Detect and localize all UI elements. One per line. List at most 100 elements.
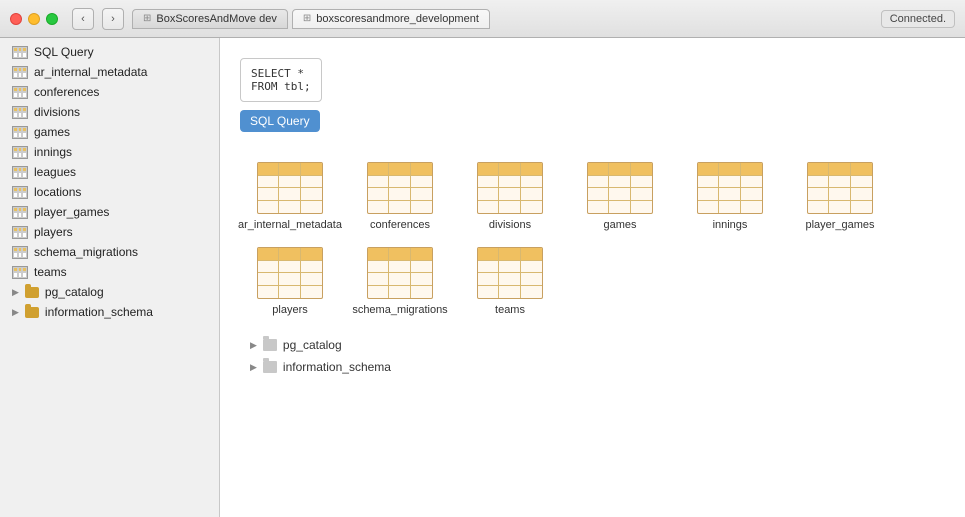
content-folder-label: pg_catalog <box>283 338 342 352</box>
table-card-divisions[interactable]: divisions <box>470 162 550 231</box>
sidebar-item-player_games[interactable]: player_games <box>0 202 219 222</box>
sidebar-item-schema_migrations[interactable]: schema_migrations <box>0 242 219 262</box>
table-card-ar_internal_metadata[interactable]: ar_internal_metadata <box>250 162 330 231</box>
forward-button[interactable]: › <box>102 8 124 30</box>
db-table-icon <box>367 162 433 214</box>
chevron-right-icon: ▶ <box>12 307 19 318</box>
db-cell <box>411 176 432 189</box>
db-cell <box>588 201 609 214</box>
content-folder-label: information_schema <box>283 360 391 374</box>
db-cell <box>258 261 279 274</box>
db-table-icon <box>587 162 653 214</box>
db-cell <box>368 188 389 201</box>
db-cell <box>609 163 630 176</box>
db-cell <box>698 201 719 214</box>
folder-icon <box>25 307 39 318</box>
sidebar-item-locations[interactable]: locations <box>0 182 219 202</box>
titlebar: ‹ › ⊞ BoxScoresAndMove dev ⊞ boxscoresan… <box>0 0 965 38</box>
content-area: SELECT * FROM tbl; SQL Query ar_internal… <box>220 38 965 517</box>
table-icon <box>12 206 28 219</box>
db-cell <box>499 261 520 274</box>
db-cell <box>389 261 410 274</box>
db-cell <box>478 261 499 274</box>
sidebar-folder-label: information_schema <box>45 305 153 319</box>
sidebar-item-divisions[interactable]: divisions <box>0 102 219 122</box>
table-card-label: conferences <box>370 219 430 231</box>
folder-icon <box>25 287 39 298</box>
sidebar-folder-information_schema[interactable]: ▶ information_schema <box>0 302 219 322</box>
db-cell <box>521 201 542 214</box>
main-area: SQL Query ar_internal_metadata conferenc… <box>0 38 965 517</box>
minimize-button[interactable] <box>28 13 40 25</box>
sidebar-item-ar_internal_metadata[interactable]: ar_internal_metadata <box>0 62 219 82</box>
sidebar-item-leagues[interactable]: leagues <box>0 162 219 182</box>
db-cell <box>301 261 322 274</box>
folder-icon <box>263 339 277 351</box>
table-card-players[interactable]: players <box>250 247 330 316</box>
db-cell <box>499 201 520 214</box>
db-table-icon <box>477 162 543 214</box>
db-cell <box>521 286 542 299</box>
table-card-player_games[interactable]: player_games <box>800 162 880 231</box>
sidebar-item-teams[interactable]: teams <box>0 262 219 282</box>
db-cell <box>279 248 300 261</box>
db-cell <box>478 248 499 261</box>
sidebar-item-conferences[interactable]: conferences <box>0 82 219 102</box>
close-button[interactable] <box>10 13 22 25</box>
db-table-icon <box>257 162 323 214</box>
sql-query-button[interactable]: SQL Query <box>240 110 320 132</box>
sql-query-card[interactable]: SELECT * FROM tbl; <box>240 58 322 102</box>
table-card-teams[interactable]: teams <box>470 247 550 316</box>
tables-grid: ar_internal_metadata conferences divisio… <box>240 152 945 326</box>
db-table-icon <box>697 162 763 214</box>
db-cell <box>499 188 520 201</box>
table-card-innings[interactable]: innings <box>690 162 770 231</box>
sidebar-item-sql-query[interactable]: SQL Query <box>0 42 219 62</box>
db-cell <box>301 163 322 176</box>
tab1-label: BoxScoresAndMove dev <box>156 13 276 25</box>
db-cell <box>588 188 609 201</box>
db-cell <box>301 286 322 299</box>
content-folder-pg_catalog[interactable]: ▶ pg_catalog <box>250 334 935 356</box>
sidebar-item-label: teams <box>34 265 67 279</box>
table-card-schema_migrations[interactable]: schema_migrations <box>360 247 440 316</box>
maximize-button[interactable] <box>46 13 58 25</box>
sidebar-folder-pg_catalog[interactable]: ▶ pg_catalog <box>0 282 219 302</box>
back-button[interactable]: ‹ <box>72 8 94 30</box>
tab-boxscoresandmore-development[interactable]: ⊞ boxscoresandmore_development <box>292 9 490 29</box>
sidebar-tables: ar_internal_metadata conferences divisio… <box>0 62 219 282</box>
db-cell <box>719 163 740 176</box>
folder-icon <box>263 361 277 373</box>
db-cell <box>301 248 322 261</box>
sidebar-folders: ▶ pg_catalog ▶ information_schema <box>0 282 219 322</box>
table-icon <box>12 186 28 199</box>
db-cell <box>389 176 410 189</box>
db-cell <box>698 176 719 189</box>
db-cell <box>829 188 850 201</box>
table-card-conferences[interactable]: conferences <box>360 162 440 231</box>
db-cell <box>521 261 542 274</box>
table-card-games[interactable]: games <box>580 162 660 231</box>
db-cell <box>851 188 872 201</box>
db-cell <box>478 201 499 214</box>
sidebar-item-label: divisions <box>34 105 80 119</box>
db-cell <box>258 286 279 299</box>
db-cell <box>719 188 740 201</box>
tab-boxscoresandmove-dev[interactable]: ⊞ BoxScoresAndMove dev <box>132 9 288 29</box>
db-cell <box>411 261 432 274</box>
content-folder-information_schema[interactable]: ▶ information_schema <box>250 356 935 378</box>
db-cell <box>389 188 410 201</box>
db-cell <box>258 188 279 201</box>
sidebar-item-players[interactable]: players <box>0 222 219 242</box>
sidebar-folder-label: pg_catalog <box>45 285 104 299</box>
db-cell <box>368 201 389 214</box>
sidebar-item-label: conferences <box>34 85 99 99</box>
db-cell <box>411 248 432 261</box>
db-cell <box>588 163 609 176</box>
db-cell <box>411 286 432 299</box>
db-cell <box>499 286 520 299</box>
sidebar-item-innings[interactable]: innings <box>0 142 219 162</box>
db-cell <box>609 176 630 189</box>
sidebar-item-games[interactable]: games <box>0 122 219 142</box>
db-cell <box>719 176 740 189</box>
